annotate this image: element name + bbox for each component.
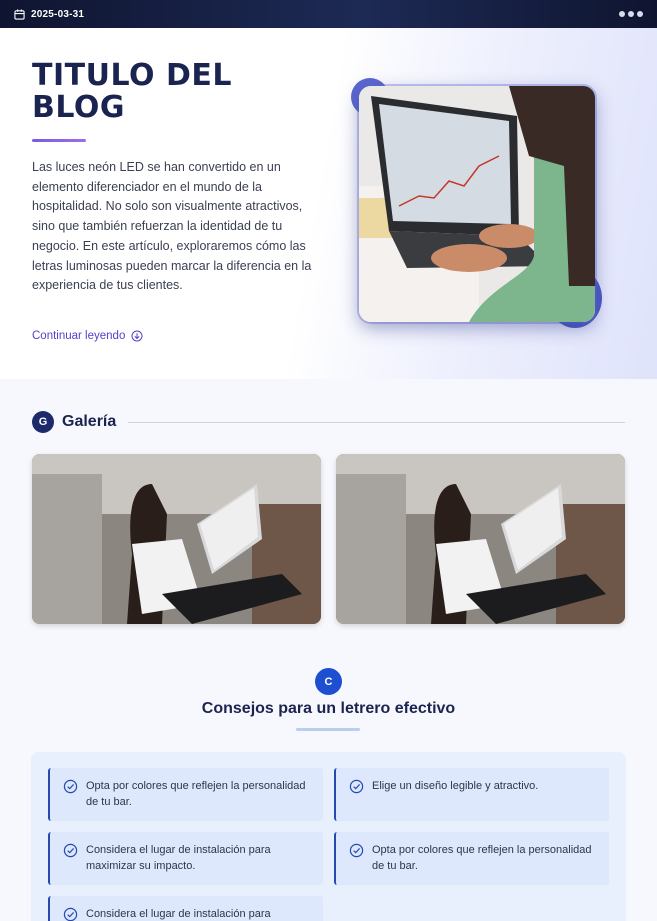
tip-text: Considera el lugar de instalación para	[86, 908, 271, 920]
title-underline	[32, 139, 86, 142]
tip-text: Elige un diseño legible y atractivo.	[372, 780, 539, 792]
calendar-icon	[14, 8, 25, 20]
read-more-link[interactable]: Continuar leyendo	[32, 330, 143, 342]
hero-paragraph: Las luces neón LED se han convertido en …	[32, 160, 312, 293]
page-title: TITULO DEL BLOG	[32, 58, 232, 125]
post-date: 2025-03-31	[31, 8, 85, 20]
more-icon[interactable]	[619, 11, 643, 17]
check-circle-icon	[349, 843, 364, 858]
read-more-label: Continuar leyendo	[32, 330, 126, 342]
hero-photo-laptop	[359, 86, 595, 322]
tip-text: Opta por colores que reflejen la persona…	[86, 780, 306, 808]
tip-item: Opta por colores que reflejen la persona…	[334, 832, 609, 885]
tip-text: Considera el lugar de instalación para m…	[86, 844, 271, 872]
check-circle-icon	[63, 779, 78, 794]
tip-item: Considera el lugar de instalación para	[48, 896, 323, 921]
gallery-title: Galería	[62, 413, 117, 430]
top-bar: 2025-03-31	[0, 0, 657, 28]
gallery-image-2[interactable]	[336, 454, 625, 624]
tip-item: Considera el lugar de instalación para m…	[48, 832, 323, 885]
divider	[128, 421, 625, 423]
tip-text: Opta por colores que reflejen la persona…	[372, 844, 592, 872]
gallery-image-1[interactable]	[32, 454, 321, 624]
check-circle-icon	[349, 779, 364, 794]
gallery-header: G Galería	[32, 411, 625, 433]
tip-item: Opta por colores que reflejen la persona…	[48, 768, 323, 821]
check-circle-icon	[63, 843, 78, 858]
gallery-badge: G	[32, 411, 54, 433]
check-circle-icon	[63, 907, 78, 921]
arrow-down-circle-icon	[131, 330, 143, 342]
tips-underline	[296, 728, 360, 731]
tips-title: Consejos para un letrero efectivo	[201, 700, 456, 717]
tip-item: Elige un diseño legible y atractivo.	[334, 768, 609, 821]
tips-badge: C	[315, 668, 342, 695]
